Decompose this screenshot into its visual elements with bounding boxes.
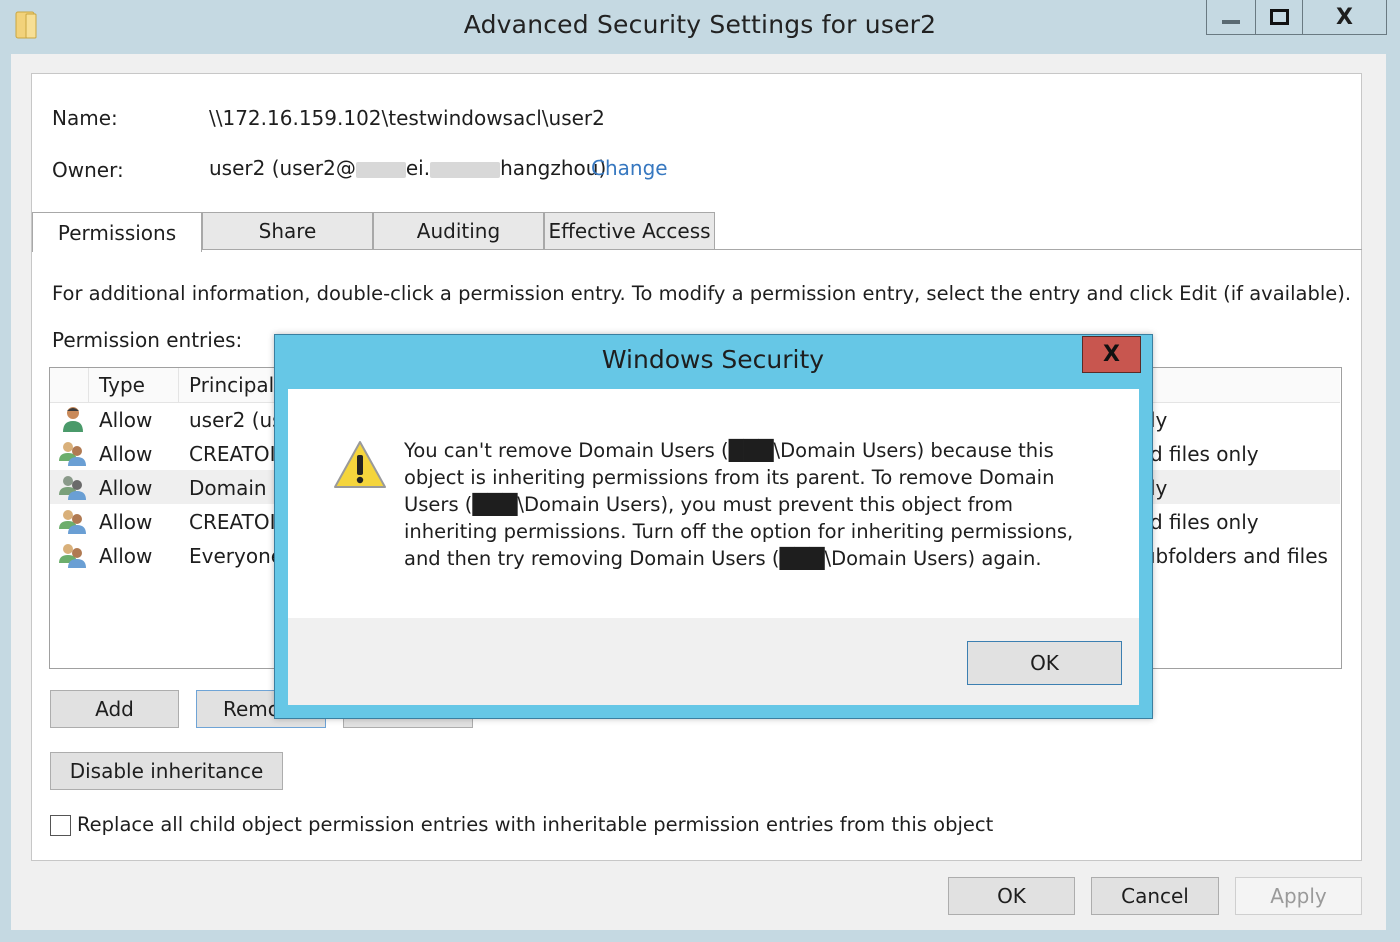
dialog-title: Windows Security: [601, 345, 825, 374]
ok-button[interactable]: OK: [948, 877, 1075, 915]
row-applies-to: d files only: [1150, 510, 1259, 534]
window-title: Advanced Security Settings for user2: [463, 10, 937, 39]
info-text: For additional information, double-click…: [52, 282, 1352, 305]
name-value: \\172.16.159.102\testwindowsacl\user2: [209, 106, 605, 130]
dialog-close-button[interactable]: X: [1082, 336, 1141, 373]
cancel-button[interactable]: Cancel: [1091, 877, 1219, 915]
close-icon: X: [1103, 342, 1120, 367]
group-icon: [58, 473, 88, 501]
windows-security-dialog: Windows Security X You can't remove Doma…: [274, 334, 1153, 719]
column-header-principal[interactable]: Principal: [178, 368, 288, 402]
row-type: Allow: [99, 544, 153, 568]
owner-value-prefix: user2 (user2@: [209, 156, 356, 180]
tab-auditing[interactable]: Auditing: [373, 212, 544, 250]
name-label: Name:: [52, 106, 118, 130]
apply-button[interactable]: Apply: [1235, 877, 1362, 915]
group-icon: [58, 507, 88, 535]
permission-entries-label: Permission entries:: [52, 328, 243, 352]
row-principal: CREATOI: [189, 442, 276, 466]
close-button[interactable]: X: [1303, 0, 1387, 35]
tab-share[interactable]: Share: [202, 212, 373, 250]
tab-divider: [715, 249, 1362, 250]
dialog-message: You can't remove Domain Users (███\Domai…: [404, 439, 1074, 570]
row-type: Allow: [99, 408, 153, 432]
row-principal: user2 (us: [189, 408, 283, 432]
minimize-button[interactable]: [1206, 0, 1256, 35]
redacted-text: [430, 161, 501, 178]
redacted-text: [355, 161, 406, 178]
close-icon: X: [1336, 4, 1353, 30]
owner-label: Owner:: [52, 158, 124, 182]
owner-value: user2 (user2@ ei. hangzhou): [209, 156, 606, 180]
dialog-ok-button[interactable]: OK: [967, 641, 1122, 685]
tab-effective-access[interactable]: Effective Access: [544, 212, 715, 250]
group-icon: [58, 541, 88, 569]
row-applies-to: ıbfolders and files: [1150, 544, 1328, 568]
replace-child-permissions-checkbox[interactable]: [50, 815, 71, 836]
row-principal: CREATOI: [189, 510, 276, 534]
warning-icon: [332, 439, 388, 491]
owner-value-mid: ei.: [405, 156, 431, 180]
row-applies-to: d files only: [1150, 442, 1259, 466]
row-principal: Domain U: [189, 476, 288, 500]
row-principal: Everyone: [189, 544, 284, 568]
user-icon: [58, 405, 88, 433]
tab-permissions[interactable]: Permissions: [32, 212, 202, 252]
maximize-icon: [1269, 9, 1289, 25]
row-type: Allow: [99, 442, 153, 466]
minimize-icon: [1222, 20, 1240, 24]
row-type: Allow: [99, 510, 153, 534]
add-button[interactable]: Add: [50, 690, 179, 728]
replace-child-permissions-label[interactable]: Replace all child object permission entr…: [77, 813, 993, 836]
change-owner-link[interactable]: Change: [591, 156, 668, 180]
maximize-button[interactable]: [1256, 0, 1303, 35]
disable-inheritance-button[interactable]: Disable inheritance: [50, 752, 283, 790]
column-header-type[interactable]: Type: [88, 368, 178, 402]
group-icon: [58, 439, 88, 467]
row-type: Allow: [99, 476, 153, 500]
